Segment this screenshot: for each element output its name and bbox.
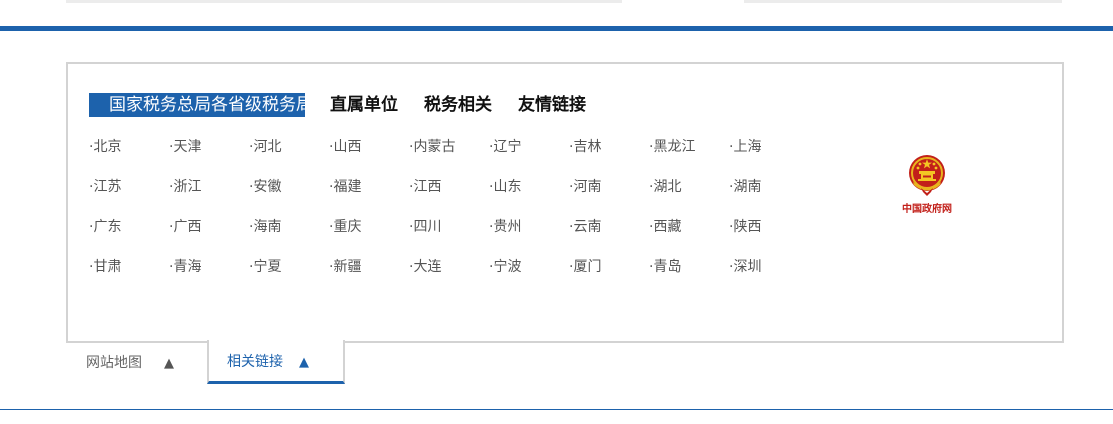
link-item[interactable]: ·宁波	[489, 255, 569, 295]
tab-label: 网站地图	[86, 355, 142, 371]
link-item[interactable]: ·福建	[329, 175, 409, 215]
province-link-grid: ·北京 ·天津 ·河北 ·山西 ·内蒙古 ·辽宁 ·吉林 ·黑龙江 ·上海 ·江…	[89, 135, 809, 295]
link-item[interactable]: ·宁夏	[249, 255, 329, 295]
category-tabs: 国家税务总局各省级税务局 直属单位 税务相关 友情链接	[89, 93, 612, 117]
link-item[interactable]: ·青海	[169, 255, 249, 295]
link-item[interactable]: ·西藏	[649, 215, 729, 255]
link-item[interactable]: ·厦门	[569, 255, 649, 295]
footer-divider	[0, 409, 1113, 410]
national-emblem-icon	[909, 155, 945, 196]
top-bar-remnant	[744, 0, 1062, 3]
link-item[interactable]: ·安徽	[249, 175, 329, 215]
link-item[interactable]: ·深圳	[729, 255, 809, 295]
gov-portal-link[interactable]: 中国政府网	[897, 152, 957, 215]
link-item[interactable]: ·湖南	[729, 175, 809, 215]
header-divider	[0, 26, 1113, 31]
emblem-caption: 中国政府网	[902, 204, 952, 215]
tab-direct-units[interactable]: 直属单位	[330, 93, 398, 117]
link-item[interactable]: ·山西	[329, 135, 409, 175]
tab-related-links[interactable]: 相关链接 ▲	[207, 340, 345, 384]
link-item[interactable]: ·上海	[729, 135, 809, 175]
link-item[interactable]: ·广东	[89, 215, 169, 255]
link-item[interactable]: ·贵州	[489, 215, 569, 255]
link-item[interactable]: ·江苏	[89, 175, 169, 215]
link-item[interactable]: ·甘肃	[89, 255, 169, 295]
link-item[interactable]: ·陕西	[729, 215, 809, 255]
link-item[interactable]: ·天津	[169, 135, 249, 175]
link-item[interactable]: ·四川	[409, 215, 489, 255]
links-panel: 国家税务总局各省级税务局 直属单位 税务相关 友情链接 ·北京 ·天津 ·河北 …	[66, 62, 1064, 343]
tab-tax-related[interactable]: 税务相关	[424, 93, 492, 117]
link-item[interactable]: ·江西	[409, 175, 489, 215]
link-item[interactable]: ·新疆	[329, 255, 409, 295]
link-item[interactable]: ·大连	[409, 255, 489, 295]
link-item[interactable]: ·湖北	[649, 175, 729, 215]
caret-up-icon: ▲	[164, 356, 174, 371]
link-item[interactable]: ·青岛	[649, 255, 729, 295]
link-item[interactable]: ·河北	[249, 135, 329, 175]
tab-label: 相关链接	[227, 354, 283, 370]
tab-friendly-links[interactable]: 友情链接	[518, 93, 586, 117]
link-item[interactable]: ·北京	[89, 135, 169, 175]
caret-up-icon: ▲	[299, 355, 309, 370]
link-item[interactable]: ·黑龙江	[649, 135, 729, 175]
link-item[interactable]: ·浙江	[169, 175, 249, 215]
link-item[interactable]: ·山东	[489, 175, 569, 215]
link-item[interactable]: ·内蒙古	[409, 135, 489, 175]
link-item[interactable]: ·云南	[569, 215, 649, 255]
link-item[interactable]: ·海南	[249, 215, 329, 255]
link-item[interactable]: ·吉林	[569, 135, 649, 175]
link-item[interactable]: ·河南	[569, 175, 649, 215]
link-item[interactable]: ·辽宁	[489, 135, 569, 175]
top-bar-remnant	[66, 0, 622, 3]
link-item[interactable]: ·重庆	[329, 215, 409, 255]
tab-site-map[interactable]: 网站地图 ▲	[66, 342, 207, 384]
tab-provincial-bureaus[interactable]: 国家税务总局各省级税务局	[89, 93, 313, 117]
link-item[interactable]: ·广西	[169, 215, 249, 255]
